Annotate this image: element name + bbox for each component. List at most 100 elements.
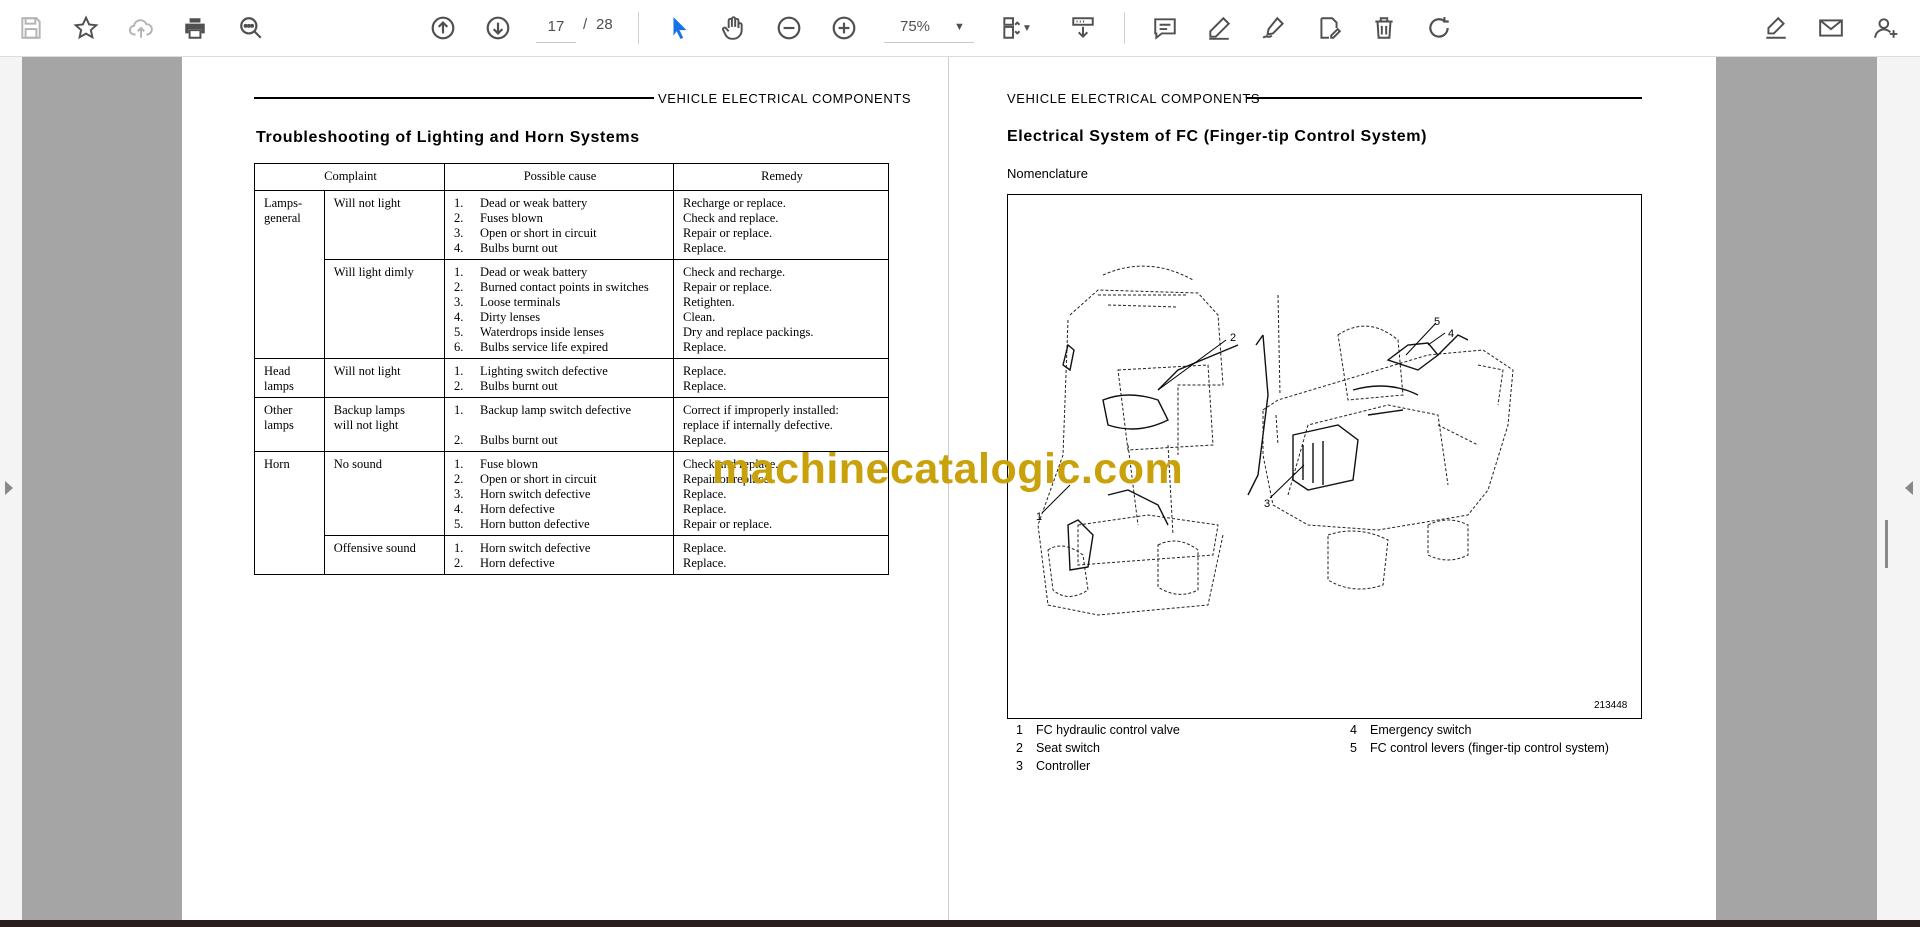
legend-text: Seat switch [1036,741,1100,755]
cause-line [454,418,666,433]
cause-number: 2. [454,433,464,447]
cause-number: 1. [454,541,464,555]
cause-text: Burned contact points in switches [480,280,649,294]
cloud-upload-icon[interactable] [121,8,161,48]
cause-number: 3. [454,487,464,501]
remedy-text: Replace. [683,502,727,516]
cause-cell: 1. Fuse blown 2. Open or short in circuit 3.… [444,451,674,536]
save-icon[interactable] [11,8,51,48]
remedy-text: Check and replace. [683,211,779,225]
cause-number: 4. [454,502,464,516]
complaint-cell: Backup lamps will not light [323,397,446,452]
callout-5: 5 [1434,316,1440,328]
cause-text: Dead or weak battery [480,265,588,279]
cause-text: Waterdrops inside lenses [480,325,604,339]
cause-text: Fuses blown [480,211,543,225]
document-viewer[interactable]: VEHICLE ELECTRICAL COMPONENTS Troublesho… [0,57,1920,920]
expand-right-panel-icon[interactable] [1905,481,1913,495]
header-rule [1246,97,1642,99]
complaint-text: Offensive sound [333,541,416,555]
cause-number: 2. [454,280,464,294]
sign-edit-icon[interactable] [1756,8,1796,48]
cause-text: Fuse blown [480,457,538,471]
remedy-text: Recharge or replace. [683,196,786,210]
callout-1: 1 [1036,511,1042,523]
complaint-cell: Will not light [323,190,446,260]
taskbar-strip [0,920,1920,927]
delete-icon[interactable] [1364,8,1404,48]
legend-number: 1 [1016,723,1023,737]
cause-text: Horn switch defective [480,487,591,501]
viewer-background-right [1716,57,1877,920]
legend-item: 1 FC hydraulic control valve [1016,723,1180,737]
cause-number: 6. [454,340,464,354]
cause-number: 1. [454,403,464,417]
cause-number: 3. [454,295,464,309]
scrollbar-thumb[interactable] [1885,520,1888,568]
expand-left-panel-icon[interactable] [5,481,13,495]
remedy-cell: Correct if improperly installed: replace … [673,397,889,452]
cause-line: 3. Open or short in circuit [454,226,666,241]
add-user-icon[interactable] [1866,8,1906,48]
left-page-title: Troubleshooting of Lighting and Horn Sys… [256,129,640,146]
cause-number: 2. [454,472,464,486]
chevron-down-icon[interactable]: ▼ [1016,8,1038,48]
cause-line: 3. Horn switch defective [454,487,666,502]
group-label: Lamps- [264,196,303,210]
comment-icon[interactable] [1145,8,1185,48]
highlight-pen-icon[interactable] [1199,8,1239,48]
complaint-text: Will not light [333,196,401,210]
cause-line: 4. Dirty lenses [454,310,666,325]
column-header-remedy: Remedy [673,163,889,191]
zoom-search-icon[interactable] [231,8,271,48]
print-icon[interactable] [175,8,215,48]
cause-text: Bulbs burnt out [480,241,558,255]
zoom-select[interactable]: 75% ▼ [884,12,974,43]
cause-line: 6. Bulbs service life expired [454,340,666,355]
draw-sign-icon[interactable] [1254,8,1294,48]
group-label: lamps [264,379,294,393]
select-cursor-icon[interactable] [660,8,700,48]
edit-text-icon[interactable] [1309,8,1349,48]
complaint-cell: No sound [323,451,446,536]
page-down-icon[interactable] [478,8,518,48]
cause-line: 2. Bulbs burnt out [454,379,666,394]
remedy-text: replace if internally defective. [683,418,833,432]
cause-text: Open or short in circuit [480,472,597,486]
cause-number: 2. [454,211,464,225]
zoom-out-icon[interactable] [769,8,809,48]
email-icon[interactable] [1811,8,1851,48]
group-label: lamps [264,418,294,432]
callout-2: 2 [1230,332,1236,344]
remedy-text: Repair or replace. [683,226,773,240]
remedy-text: Replace. [683,241,727,255]
page-number-input[interactable]: 17 [536,12,576,43]
cause-text: Backup lamp switch defective [480,403,631,417]
remedy-text: Retighten. [683,295,735,309]
remedy-cell: Recharge or replace. Check and replace. Re… [673,190,889,260]
right-panel-gutter [1877,57,1920,920]
cause-text: Horn button defective [480,517,590,531]
page-up-icon[interactable] [423,8,463,48]
cause-line: 5. Horn button defective [454,517,666,532]
complaint-text: will not light [333,418,399,432]
cause-line: 5. Waterdrops inside lenses [454,325,666,340]
cause-number: 1. [454,196,464,210]
remedy-cell: Replace. Replace. [673,535,889,575]
toolbar: 17 / 28 75% ▼ ▼ [0,0,1920,57]
column-header-possible-cause: Possible cause [444,163,674,191]
cause-cell: 1. Dead or weak battery 2. Fuses blown 3. Ope… [444,190,674,260]
bookmark-star-icon[interactable] [66,8,106,48]
cause-number: 1. [454,265,464,279]
scroll-mode-icon[interactable] [1063,8,1103,48]
remedy-text: Dry and replace packings. [683,325,814,339]
hand-tool-icon[interactable] [713,8,753,48]
toolbar-divider [1124,12,1125,44]
legend-item: 2 Seat switch [1016,741,1100,755]
table-row: Will light dimly 1. Dead or weak battery 2.… [255,259,889,359]
right-page-title: Electrical System of FC (Finger-tip Cont… [1007,128,1427,145]
toolbar-divider [638,12,639,44]
zoom-in-icon[interactable] [824,8,864,48]
cause-line: 4. Horn defective [454,502,666,517]
rotate-icon[interactable] [1419,8,1459,48]
